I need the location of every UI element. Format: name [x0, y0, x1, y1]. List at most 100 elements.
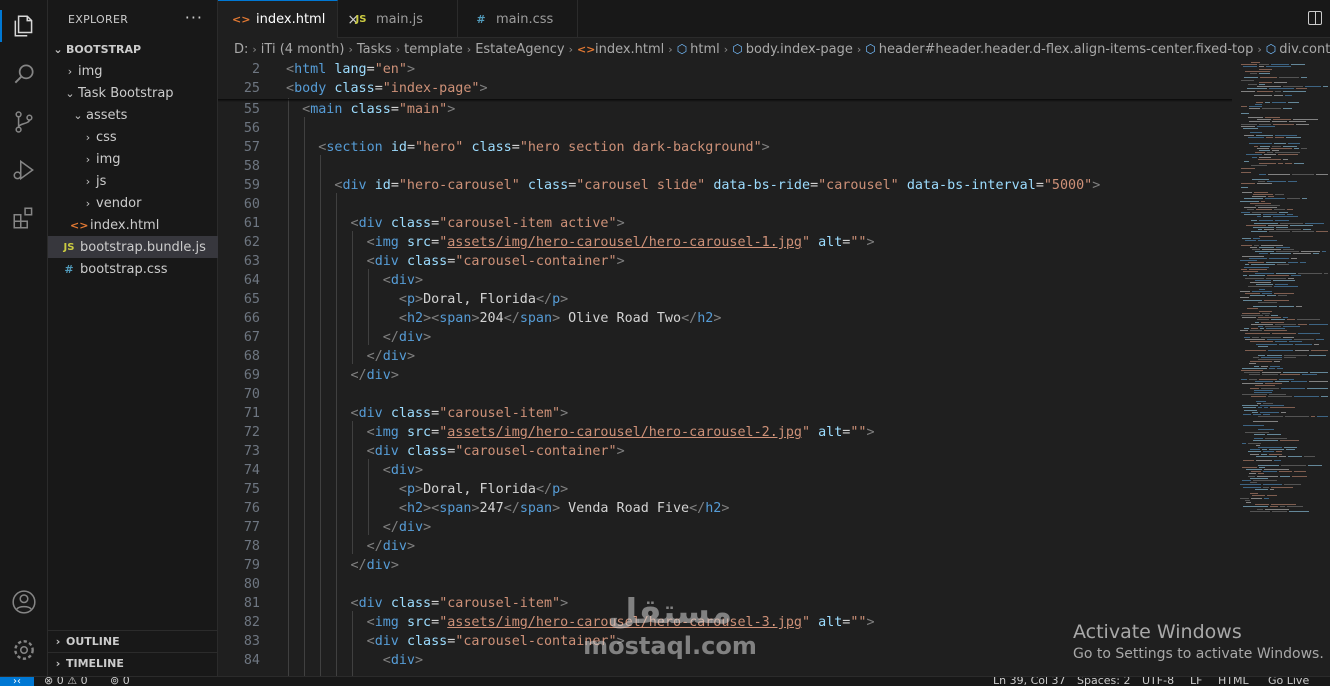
code-line[interactable]: 65 <p>Doral, Florida</p>	[218, 290, 1232, 309]
code-line[interactable]: 63 <div class="carousel-container">	[218, 252, 1232, 271]
breadcrumb-folder[interactable]: iTi (4 month)	[261, 42, 345, 57]
minimap-line	[1244, 337, 1250, 338]
more-actions-icon[interactable]: ···	[185, 8, 203, 27]
cursor-position[interactable]: Ln 39, Col 37	[993, 677, 1066, 686]
code-line[interactable]: 59 <div id="hero-carousel" class="carous…	[218, 176, 1232, 195]
sticky-line[interactable]: 2 <html lang="en">	[218, 60, 1232, 79]
tree-file-index-html[interactable]: <> index.html	[48, 214, 218, 236]
code-line[interactable]: 58	[218, 157, 1232, 176]
problems-indicator[interactable]: ⊗ 0 ⚠ 0	[44, 677, 88, 686]
tree-file-bootstrap-bundle-js[interactable]: JS bootstrap.bundle.js	[48, 236, 218, 258]
minimap-line	[1296, 88, 1307, 90]
minimap-line	[1291, 257, 1297, 259]
breadcrumb-folder[interactable]: EstateAgency	[475, 42, 564, 57]
minimap-line	[1262, 372, 1281, 374]
encoding-indicator[interactable]: UTF-8	[1142, 677, 1174, 686]
minimap-line	[1257, 508, 1263, 510]
code-line[interactable]: 60	[218, 195, 1232, 214]
remote-indicator-icon[interactable]: ›‹	[0, 677, 34, 686]
tree-folder-vendor[interactable]: › vendor	[48, 192, 218, 214]
code-line[interactable]: 66 <h2><span>204</span> Olive Road Two</…	[218, 309, 1232, 328]
code-line[interactable]: 71 <div class="carousel-item">	[218, 404, 1232, 423]
breadcrumb-symbol[interactable]: html	[690, 42, 720, 57]
tree-folder-js[interactable]: › js	[48, 170, 218, 192]
code-line[interactable]: 56	[218, 119, 1232, 138]
minimap-line	[1253, 420, 1278, 422]
sticky-line[interactable]: 25 <body class="index-page">	[218, 79, 1232, 98]
indentation-indicator[interactable]: Spaces: 2	[1077, 677, 1130, 686]
code-line[interactable]: 79 </div>	[218, 556, 1232, 575]
minimap-line	[1252, 290, 1272, 292]
symbol-element-icon: ⬡	[865, 42, 876, 56]
ports-indicator[interactable]: ⊚ 0	[110, 677, 130, 686]
code-line[interactable]: 76 <h2><span>247</span> Venda Road Five<…	[218, 499, 1232, 518]
breadcrumb-folder[interactable]: Tasks	[357, 42, 392, 57]
run-debug-icon[interactable]	[0, 150, 48, 190]
code-line[interactable]: 77 </div>	[218, 518, 1232, 537]
search-icon[interactable]	[0, 54, 48, 94]
minimap-line	[1255, 488, 1268, 490]
code-line[interactable]: 73 <div class="carousel-container">	[218, 442, 1232, 461]
code-line[interactable]: 55 <main class="main">	[218, 100, 1232, 119]
minimap-line	[1283, 249, 1294, 250]
account-icon[interactable]	[0, 582, 48, 622]
minimap-line	[1254, 222, 1278, 224]
tab-index-html[interactable]: <> index.html ×	[218, 0, 359, 38]
language-mode[interactable]: HTML	[1218, 677, 1249, 686]
minimap-line	[1255, 251, 1274, 253]
source-control-icon[interactable]	[0, 102, 48, 142]
explorer-icon[interactable]	[0, 6, 48, 46]
tab-main-js[interactable]: JS main.js	[338, 0, 458, 38]
code-line[interactable]: 75 <p>Doral, Florida</p>	[218, 480, 1232, 499]
split-editor-icon[interactable]	[1308, 11, 1322, 25]
code-line[interactable]: 70	[218, 385, 1232, 404]
minimap-line	[1274, 460, 1281, 462]
code-line[interactable]: 68 </div>	[218, 347, 1232, 366]
eol-indicator[interactable]: LF	[1190, 677, 1202, 686]
minimap-line	[1252, 211, 1277, 213]
breadcrumb-symbol[interactable]: header#header.header.d-flex.align-items-…	[879, 42, 1254, 57]
tree-folder-assets[interactable]: ⌄ assets	[48, 104, 218, 126]
code-line[interactable]: 61 <div class="carousel-item active">	[218, 214, 1232, 233]
minimap-line	[1250, 453, 1259, 455]
tab-main-css[interactable]: # main.css	[458, 0, 578, 38]
code-line[interactable]: 72 <img src="assets/img/hero-carousel/he…	[218, 423, 1232, 442]
breadcrumb-file[interactable]: index.html	[595, 42, 664, 57]
code-line[interactable]: 78 </div>	[218, 537, 1232, 556]
breadcrumb-symbol[interactable]: div.container-fluid	[1279, 42, 1330, 57]
chevron-right-icon: ›	[1257, 42, 1262, 56]
minimap-line	[1300, 262, 1306, 264]
breadcrumb-folder[interactable]: template	[404, 42, 463, 57]
minimap-line	[1241, 90, 1255, 92]
tree-folder-css[interactable]: › css	[48, 126, 218, 148]
minimap-line	[1271, 64, 1289, 66]
timeline-section[interactable]: › TIMELINE	[48, 652, 218, 674]
extensions-icon[interactable]	[0, 198, 48, 238]
minimap-line	[1250, 73, 1257, 74]
code-line[interactable]: 57 <section id="hero" class="hero sectio…	[218, 138, 1232, 157]
tree-folder-task-bootstrap[interactable]: ⌄ Task Bootstrap	[48, 82, 218, 104]
minimap-line	[1275, 194, 1284, 195]
minimap-line	[1295, 343, 1312, 345]
code-line[interactable]: 67 </div>	[218, 328, 1232, 347]
go-live-button[interactable]: Go Live	[1268, 677, 1309, 686]
code-line[interactable]: 69 </div>	[218, 366, 1232, 385]
breadcrumb-drive[interactable]: D:	[234, 42, 248, 57]
code-line[interactable]: 64 <div>	[218, 271, 1232, 290]
breadcrumb-symbol[interactable]: body.index-page	[746, 42, 853, 57]
tree-folder-img[interactable]: › img	[48, 60, 218, 82]
workspace-root[interactable]: ⌄ BOOTSTRAP	[48, 38, 218, 60]
tree-file-bootstrap-css[interactable]: # bootstrap.css	[48, 258, 218, 280]
code-editor[interactable]: 2 <html lang="en"> 25 <body class="index-p…	[218, 60, 1232, 676]
minimap-line	[1267, 495, 1277, 497]
minimap-line	[1259, 310, 1272, 312]
minimap-line	[1248, 84, 1257, 85]
outline-section[interactable]: › OUTLINE	[48, 630, 218, 652]
code-line[interactable]: 74 <div>	[218, 461, 1232, 480]
minimap[interactable]	[1232, 60, 1330, 676]
code-line[interactable]: 62 <img src="assets/img/hero-carousel/he…	[218, 233, 1232, 252]
minimap-line	[1261, 365, 1268, 367]
minimap-line	[1244, 198, 1263, 200]
settings-gear-icon[interactable]	[0, 630, 48, 670]
tree-folder-img-assets[interactable]: › img	[48, 148, 218, 170]
